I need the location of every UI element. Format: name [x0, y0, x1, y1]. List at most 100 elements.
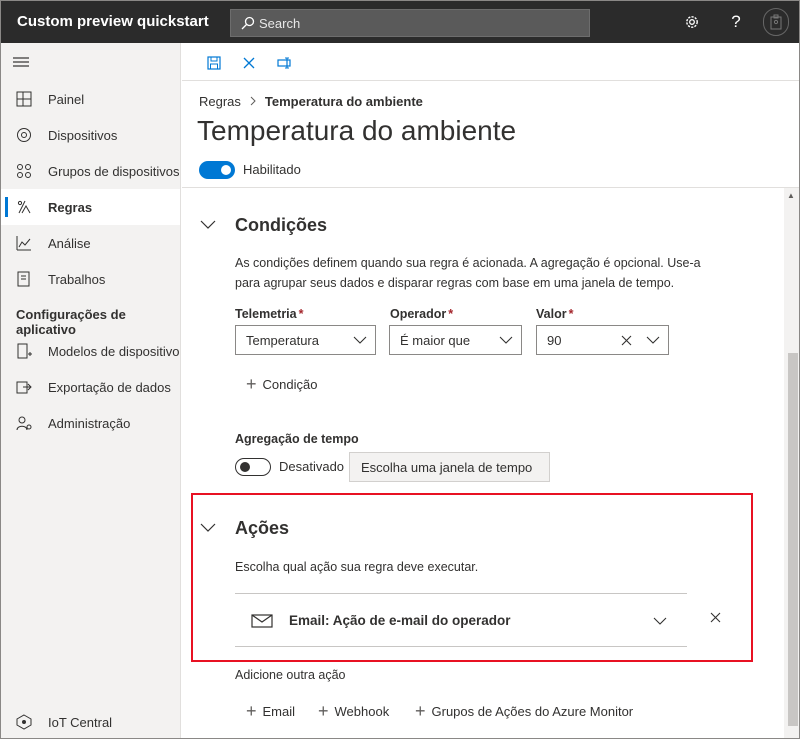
hamburger-icon: [13, 57, 29, 67]
close-icon: [243, 57, 255, 69]
collapse-conditions-chevron-icon[interactable]: [200, 220, 216, 230]
data-export-icon: [14, 377, 34, 397]
time-window-button[interactable]: Escolha uma janela de tempo: [349, 452, 550, 482]
page-title: Temperatura do ambiente: [197, 115, 517, 146]
avatar[interactable]: [763, 8, 789, 36]
plus-icon: +: [415, 701, 426, 721]
toggle-knob: [221, 165, 231, 175]
scrollbar-thumb[interactable]: [788, 353, 798, 726]
sidebar-footer-label: IoT Central: [48, 714, 113, 730]
sidebar-item-trabalhos[interactable]: Trabalhos: [1, 261, 180, 297]
app-title: Custom preview quickstart: [17, 13, 209, 30]
sidebar-item-label: Administração: [48, 415, 131, 431]
aggregation-state: Desativado: [279, 459, 345, 474]
sidebar-item-exportacao[interactable]: Exportação de dados: [1, 369, 180, 405]
menu-toggle-button[interactable]: [13, 55, 29, 72]
devices-icon: [14, 125, 34, 145]
actions-header: Ações: [235, 518, 289, 539]
telemetry-dropdown[interactable]: Temperatura: [235, 325, 376, 355]
search-icon: [241, 16, 255, 30]
actions-title: Ações: [235, 518, 290, 538]
sidebar-footer-iot-central[interactable]: IoT Central: [1, 704, 180, 738]
operator-dropdown[interactable]: É maior que: [389, 325, 522, 355]
sidebar-item-painel[interactable]: Painel: [1, 81, 180, 117]
operator-label: Operador *: [390, 307, 453, 321]
cancel-button[interactable]: [238, 52, 260, 74]
sidebar-item-regras[interactable]: Regras: [1, 189, 180, 225]
collapse-actions-chevron-icon[interactable]: [200, 523, 216, 533]
rules-icon: [14, 197, 34, 217]
add-email-action-button[interactable]: + Email: [246, 701, 295, 721]
sidebar: Painel Dispositivos Grupos de dispositiv…: [1, 43, 181, 738]
action-item-title: Email: Ação de e-mail do operador: [289, 613, 511, 628]
sidebar-item-label: Trabalhos: [48, 271, 106, 287]
search-box[interactable]: Search: [230, 9, 590, 37]
enabled-toggle[interactable]: [199, 161, 235, 179]
sidebar-item-label: Regras: [48, 199, 93, 215]
analytics-icon: [14, 233, 34, 253]
sidebar-item-dispositivos[interactable]: Dispositivos: [1, 117, 180, 153]
administration-icon: [14, 413, 34, 433]
telemetry-label: Telemetria *: [235, 307, 303, 321]
chevron-down-icon[interactable]: [653, 617, 667, 625]
operator-value: É maior que: [400, 332, 471, 348]
breadcrumb-current: Temperatura do ambiente: [264, 94, 423, 109]
chevron-down-icon: [646, 336, 660, 344]
add-webhook-label: Webhook: [334, 704, 390, 719]
value-input[interactable]: 90: [547, 333, 621, 348]
required-mark: *: [568, 307, 574, 321]
user-badge-icon: [770, 14, 782, 30]
telemetry-value: Temperatura: [246, 332, 319, 348]
sidebar-item-modelos[interactable]: Modelos de dispositivo: [1, 333, 180, 369]
app-window: Custom preview quickstart Search ? Paine…: [0, 0, 800, 739]
conditions-title: Condições: [235, 215, 328, 235]
add-condition-button[interactable]: + Condição: [246, 374, 317, 394]
scroll-up-arrow-icon[interactable]: ▲: [787, 191, 795, 200]
settings-button[interactable]: [681, 11, 703, 33]
sidebar-item-grupos[interactable]: Grupos de dispositivos: [1, 153, 180, 189]
top-bar: Custom preview quickstart Search ?: [1, 1, 799, 43]
aggregation-toggle[interactable]: [235, 458, 271, 476]
chevron-right-icon: [249, 94, 257, 109]
help-icon: ?: [731, 12, 741, 31]
chevron-down-icon: [353, 336, 367, 344]
conditions-description: As condições definem quando sua regra é …: [235, 256, 701, 290]
telemetry-label-text: Telemetria: [235, 307, 297, 321]
add-webhook-action-button[interactable]: + Webhook: [318, 701, 390, 721]
action-item[interactable]: Email: Ação de e-mail do operador: [235, 593, 687, 647]
remove-action-close-icon[interactable]: [710, 612, 721, 623]
sidebar-item-label: Grupos de dispositivos: [48, 163, 180, 179]
sidebar-item-label: Análise: [48, 235, 91, 251]
header-divider: [182, 187, 799, 188]
jobs-icon: [14, 269, 34, 289]
operator-label-text: Operador: [390, 307, 447, 321]
breadcrumb: Regras Temperatura do ambiente: [199, 94, 423, 109]
iot-central-icon: [14, 712, 34, 732]
add-azure-monitor-action-button[interactable]: + Grupos de Ações do Azure Monitor: [415, 701, 634, 721]
sidebar-item-analise[interactable]: Análise: [1, 225, 180, 261]
sidebar-item-label: Painel: [48, 91, 85, 107]
sidebar-item-label: Exportação de dados: [48, 379, 171, 395]
gear-icon: [686, 16, 698, 28]
actions-description: Escolha qual ação sua regra deve executa…: [235, 560, 479, 574]
breadcrumb-link-regras[interactable]: Regras: [199, 94, 241, 109]
plus-icon: +: [246, 701, 257, 721]
rename-button[interactable]: [274, 52, 296, 74]
plus-icon: +: [246, 374, 257, 394]
sidebar-item-label: Modelos de dispositivo: [48, 343, 180, 359]
aggregation-label: Agregação de tempo: [235, 432, 359, 446]
required-mark: *: [298, 307, 304, 321]
save-button[interactable]: [203, 52, 225, 74]
search-placeholder: Search: [259, 15, 301, 31]
help-button[interactable]: ?: [725, 11, 747, 33]
value-combobox[interactable]: 90: [536, 325, 669, 355]
value-label-text: Valor: [536, 307, 567, 321]
plus-icon: +: [318, 701, 329, 721]
value-label: Valor *: [536, 307, 573, 321]
sidebar-item-administracao[interactable]: Administração: [1, 405, 180, 441]
add-azure-monitor-label: Grupos de Ações do Azure Monitor: [431, 704, 634, 719]
required-mark: *: [448, 307, 454, 321]
clear-icon[interactable]: [621, 335, 632, 346]
sidebar-item-label: Dispositivos: [48, 127, 118, 143]
toggle-knob: [240, 462, 250, 472]
